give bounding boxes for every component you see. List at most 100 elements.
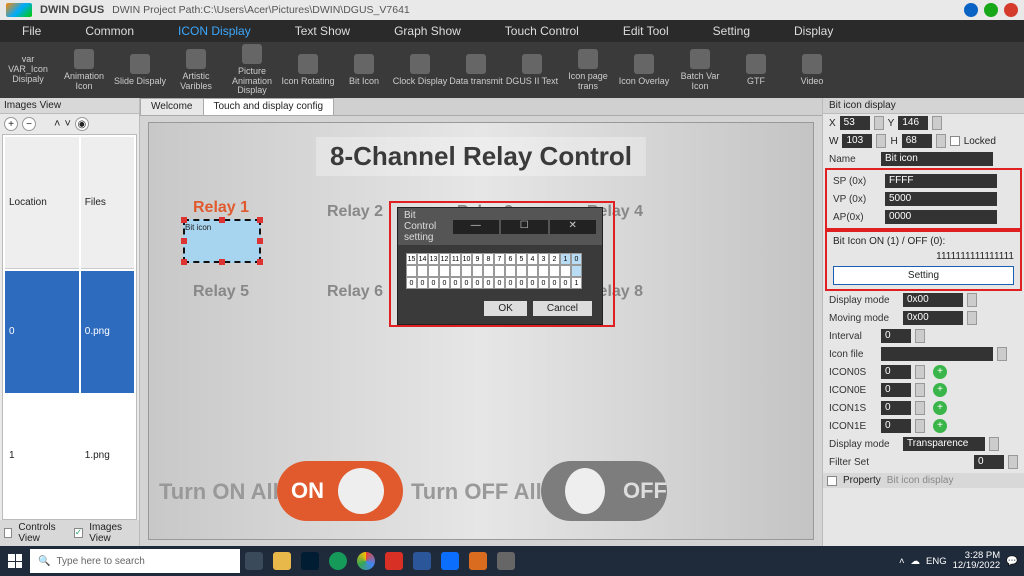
start-button[interactable] bbox=[0, 546, 30, 576]
bit-toggle[interactable] bbox=[417, 265, 428, 277]
stepper[interactable] bbox=[876, 134, 886, 148]
stepper[interactable] bbox=[915, 383, 925, 397]
icon0s-input[interactable]: 0 bbox=[881, 365, 911, 379]
chrome-icon[interactable] bbox=[353, 549, 379, 573]
word-icon[interactable] bbox=[409, 549, 435, 573]
stepper[interactable] bbox=[915, 365, 925, 379]
display-mode2-input[interactable]: Transparence bbox=[903, 437, 985, 451]
ribbon-batch-var-icon[interactable]: Batch Var Icon bbox=[672, 42, 728, 98]
ok-button[interactable]: OK bbox=[484, 301, 526, 316]
stepper[interactable] bbox=[936, 134, 946, 148]
eye-icon[interactable]: ◉ bbox=[75, 117, 89, 131]
taskbar-clock[interactable]: 3:28 PM 12/19/2022 bbox=[953, 551, 1001, 572]
menu-display[interactable]: Display bbox=[772, 24, 855, 38]
bit-toggle[interactable] bbox=[483, 265, 494, 277]
x-input[interactable]: 53 bbox=[840, 116, 870, 130]
icon1s-input[interactable]: 0 bbox=[881, 401, 911, 415]
property-tab-check[interactable] bbox=[827, 476, 837, 486]
sp-input[interactable]: FFFF bbox=[885, 174, 997, 188]
dropdown-icon[interactable] bbox=[967, 293, 977, 307]
minimize-icon[interactable]: — bbox=[453, 220, 500, 234]
selected-element[interactable]: Bit icon bbox=[183, 219, 261, 263]
stepper[interactable] bbox=[915, 329, 925, 343]
ribbon-data-transmit[interactable]: Data transmit bbox=[448, 42, 504, 98]
ap-input[interactable]: 0000 bbox=[885, 210, 997, 224]
tray-lang[interactable]: ENG bbox=[926, 556, 947, 567]
menu-edit-tool[interactable]: Edit Tool bbox=[601, 24, 691, 38]
ribbon-icon-page-trans[interactable]: Icon page trans bbox=[560, 42, 616, 98]
iconfile-input[interactable] bbox=[881, 347, 993, 361]
add-icon[interactable]: + bbox=[933, 365, 947, 379]
add-image-button[interactable]: + bbox=[4, 117, 18, 131]
dropdown-icon[interactable] bbox=[967, 311, 977, 325]
dropdown-icon[interactable] bbox=[989, 437, 999, 451]
add-icon[interactable]: + bbox=[933, 401, 947, 415]
up-icon[interactable]: ˄ bbox=[54, 118, 60, 130]
bit-toggle[interactable] bbox=[406, 265, 417, 277]
image-list[interactable]: LocationFiles 00.png 11.png bbox=[2, 134, 137, 520]
explorer-icon[interactable] bbox=[269, 549, 295, 573]
edge-icon[interactable] bbox=[325, 549, 351, 573]
images-view-check[interactable] bbox=[74, 528, 84, 538]
menu-touch-control[interactable]: Touch Control bbox=[483, 24, 601, 38]
bit-toggle[interactable] bbox=[516, 265, 527, 277]
notification-icon[interactable]: 💬 bbox=[1006, 556, 1018, 567]
bit-toggle[interactable] bbox=[571, 265, 582, 277]
dropdown-icon[interactable] bbox=[997, 347, 1007, 361]
bit-control-dialog[interactable]: Bit Control setting — ☐ ✕ 15141312111098… bbox=[397, 207, 603, 325]
min-button[interactable] bbox=[964, 3, 978, 17]
menu-setting[interactable]: Setting bbox=[691, 24, 772, 38]
tray-cloud-icon[interactable]: ☁ bbox=[911, 556, 921, 567]
y-input[interactable]: 146 bbox=[898, 116, 928, 130]
w-input[interactable]: 103 bbox=[842, 134, 872, 148]
close-button[interactable] bbox=[1004, 3, 1018, 17]
add-icon[interactable]: + bbox=[933, 419, 947, 433]
bit-toggle[interactable] bbox=[494, 265, 505, 277]
ribbon-clock-display[interactable]: Clock Display bbox=[392, 42, 448, 98]
locked-check[interactable] bbox=[950, 136, 960, 146]
mail-icon[interactable] bbox=[381, 549, 407, 573]
menu-text-show[interactable]: Text Show bbox=[273, 24, 372, 38]
ribbon-var_icon-disipaly[interactable]: varVAR_Icon Disipaly bbox=[0, 42, 56, 98]
bit-toggle[interactable] bbox=[549, 265, 560, 277]
ribbon-artistic-varibles[interactable]: Artistic Varibles bbox=[168, 42, 224, 98]
name-input[interactable]: Bit icon bbox=[881, 152, 993, 166]
menu-icon-display[interactable]: ICON Display bbox=[156, 24, 273, 38]
down-icon[interactable]: ˅ bbox=[64, 118, 70, 130]
bit-toggle[interactable] bbox=[538, 265, 549, 277]
bit-toggle[interactable] bbox=[461, 265, 472, 277]
off-all-switch[interactable]: OFF bbox=[541, 461, 667, 521]
bit-toggle[interactable] bbox=[439, 265, 450, 277]
menu-common[interactable]: Common bbox=[63, 24, 156, 38]
stepper[interactable] bbox=[915, 401, 925, 415]
setting-button[interactable]: Setting bbox=[833, 266, 1014, 285]
tray-up-icon[interactable]: ˄ bbox=[899, 556, 905, 567]
bit-toggle[interactable] bbox=[450, 265, 461, 277]
ribbon-bit-icon[interactable]: Bit Icon bbox=[336, 42, 392, 98]
bit-toggle[interactable] bbox=[472, 265, 483, 277]
tab-touch-config[interactable]: Touch and display config bbox=[203, 98, 335, 115]
remove-image-button[interactable]: − bbox=[22, 117, 36, 131]
ribbon-animation-icon[interactable]: Animation Icon bbox=[56, 42, 112, 98]
menu-file[interactable]: File bbox=[0, 24, 63, 38]
ribbon-icon-overlay[interactable]: Icon Overlay bbox=[616, 42, 672, 98]
filter-input[interactable]: 0 bbox=[974, 455, 1004, 469]
vp-input[interactable]: 5000 bbox=[885, 192, 997, 206]
close-icon[interactable]: ✕ bbox=[550, 220, 597, 234]
display-mode-input[interactable]: 0x00 bbox=[903, 293, 963, 307]
interval-input[interactable]: 0 bbox=[881, 329, 911, 343]
stepper[interactable] bbox=[1008, 455, 1018, 469]
ribbon-icon-rotating[interactable]: Icon Rotating bbox=[280, 42, 336, 98]
tab-welcome[interactable]: Welcome bbox=[140, 98, 204, 115]
h-input[interactable]: 68 bbox=[902, 134, 932, 148]
search-input[interactable]: 🔍 Type here to search bbox=[30, 549, 240, 573]
on-all-switch[interactable]: ON bbox=[277, 461, 403, 521]
bit-toggle[interactable] bbox=[560, 265, 571, 277]
add-icon[interactable]: + bbox=[933, 383, 947, 397]
bit-toggle[interactable] bbox=[505, 265, 516, 277]
dwin-icon[interactable] bbox=[493, 549, 519, 573]
cancel-button[interactable]: Cancel bbox=[533, 301, 592, 316]
bit-icon-tab[interactable]: Bit icon display bbox=[887, 475, 954, 486]
app-icon[interactable] bbox=[465, 549, 491, 573]
icon1e-input[interactable]: 0 bbox=[881, 419, 911, 433]
